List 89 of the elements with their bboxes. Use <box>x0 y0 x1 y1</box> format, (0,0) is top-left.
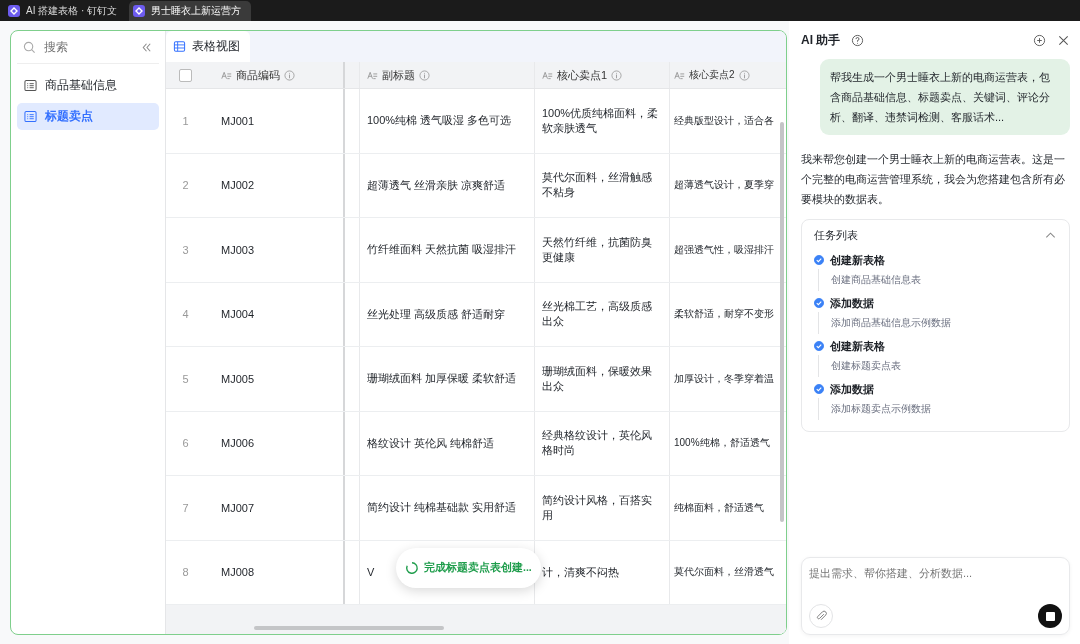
table-cell-text: 100%优质纯棉面料，柔软亲肤透气 <box>542 105 660 136</box>
table-cell-text: 经典格纹设计，英伦风格时尚 <box>542 428 653 459</box>
task-title: 创建新表格 <box>830 338 885 354</box>
row-number: 4 <box>182 308 189 321</box>
text-field-icon <box>367 69 378 81</box>
info-icon <box>284 69 295 81</box>
assistant-message: 我来帮您创建一个男士睡衣上新的电商运营表。这是一个完整的电商运营管理系统，我会为您搭建包含所有必要模块的数据表。 <box>801 152 1066 207</box>
table-cell: 100%纯棉，舒适透气 <box>674 436 770 451</box>
task-detail: 创建标题卖点表 <box>831 360 901 371</box>
view-tab[interactable]: 表格视图 <box>166 31 250 62</box>
table-cell: MJ006 <box>221 437 255 450</box>
list-icon <box>24 110 37 123</box>
search-field[interactable]: 搜索 <box>42 39 134 55</box>
info-icon <box>738 69 750 81</box>
table-cell: 经典版型设计，适合各 <box>674 113 774 128</box>
table-cell: 超薄透气设计，夏季穿 <box>674 178 774 193</box>
new-chat-icon[interactable] <box>1033 33 1046 47</box>
column-header[interactable]: 商品编码 <box>205 62 345 88</box>
search-icon <box>23 40 36 54</box>
close-icon[interactable] <box>1057 33 1070 47</box>
scrollbar[interactable] <box>780 122 784 522</box>
task-detail: 添加商品基础信息示例数据 <box>831 317 951 328</box>
app-logo-icon <box>133 5 146 17</box>
table-cell: 纯棉面料，舒适透气 <box>674 500 764 515</box>
row-number: 5 <box>182 372 189 385</box>
attach-button[interactable] <box>809 604 833 628</box>
grid-icon <box>173 40 186 53</box>
paperclip-icon <box>814 609 828 623</box>
text-field-icon <box>542 69 553 81</box>
table-cell: MJ003 <box>221 243 255 256</box>
table-cell: 柔软舒适，耐穿不变形 <box>674 307 774 322</box>
column-header[interactable]: 核心卖点1 <box>535 62 670 88</box>
app-logo-icon <box>8 5 20 17</box>
stop-button[interactable] <box>1038 604 1062 628</box>
table-cell-text: 莫代尔面料，丝滑触感不粘身 <box>542 170 653 201</box>
chat-input-box[interactable]: 提出需求、帮你搭建、分析数据... <box>801 557 1070 635</box>
table-cell: 珊瑚绒面料 加厚保暖 柔软舒适 <box>367 371 517 387</box>
info-icon <box>611 69 623 81</box>
table-cell: MJ008 <box>221 566 255 579</box>
task-list-title: 任务列表 <box>814 228 858 243</box>
row-number: 3 <box>182 243 189 256</box>
task-title: 添加数据 <box>830 381 874 397</box>
table-cell-text: 丝光棉工艺，高级质感出众 <box>542 299 653 330</box>
row-number: 2 <box>182 179 189 192</box>
table-cell: MJ004 <box>221 308 255 321</box>
row-number: 8 <box>182 566 189 579</box>
table-cell: 竹纤维面料 天然抗菌 吸湿排汗 <box>367 242 517 258</box>
table-cell: 丝光处理 高级质感 舒适耐穿 <box>367 306 506 322</box>
scrollbar[interactable] <box>254 626 444 630</box>
user-message: 帮我生成一个男士睡衣上新的电商运营表，包含商品基础信息、标题卖点、关键词、评论分析、翻译、违禁词检测、客服话术... <box>820 59 1070 135</box>
browser-tab[interactable]: AI 搭建表格 · 钉钉文 <box>4 1 128 21</box>
table-cell: V <box>367 566 375 579</box>
table-cell: 100%纯棉 透气吸湿 多色可选 <box>367 113 512 129</box>
task-detail: 创建商品基础信息表 <box>831 274 921 285</box>
table-cell-text: 珊瑚绒面料，保暖效果出众 <box>542 363 653 394</box>
task-detail: 添加标题卖点示例数据 <box>831 403 931 414</box>
panel-title: AI 助手 <box>801 31 841 49</box>
row-number: 7 <box>182 501 189 514</box>
spinner-icon <box>405 561 419 575</box>
text-field-icon <box>221 69 232 81</box>
task-title: 创建新表格 <box>830 252 885 268</box>
table-cell: MJ001 <box>221 114 255 127</box>
row-number: 6 <box>182 437 189 450</box>
browser-tab[interactable]: 男士睡衣上新运营方 <box>129 1 252 21</box>
table-cell: 莫代尔面料，丝滑透气 <box>674 565 774 580</box>
progress-toast: 完成标题卖点表创建... <box>396 548 541 588</box>
column-header[interactable]: 核心卖点2 <box>670 62 783 88</box>
list-icon <box>24 79 37 92</box>
table-cell: 简约设计 纯棉基础款 实用舒适 <box>367 500 517 516</box>
sidebar-item[interactable]: 标题卖点 <box>17 103 159 130</box>
table-cell: 计，清爽不闷热 <box>542 564 619 580</box>
table-cell: 超薄透气 丝滑亲肤 凉爽舒适 <box>367 177 506 193</box>
help-icon[interactable] <box>851 33 865 47</box>
table-cell-text: 天然竹纤维，抗菌防臭更健康 <box>542 234 653 265</box>
table-cell: MJ002 <box>221 179 255 192</box>
stop-icon <box>1045 611 1055 621</box>
table-cell: MJ005 <box>221 372 255 385</box>
sidebar-item[interactable]: 商品基础信息 <box>17 72 159 99</box>
table-cell: 格纹设计 英伦风 纯棉舒适 <box>367 435 495 451</box>
text-field-icon <box>674 69 685 81</box>
select-all-checkbox[interactable] <box>179 68 192 82</box>
info-icon <box>419 69 430 81</box>
task-title: 添加数据 <box>830 295 874 311</box>
table-cell: MJ007 <box>221 501 255 514</box>
table-cell: 超强透气性，吸湿排汗 <box>674 242 774 257</box>
table-cell: 加厚设计，冬季穿着温 <box>674 371 774 386</box>
table-cell-text: 简约设计风格，百搭实用 <box>542 492 653 523</box>
column-header[interactable]: 副标题 <box>360 62 535 88</box>
row-number: 1 <box>182 114 189 127</box>
